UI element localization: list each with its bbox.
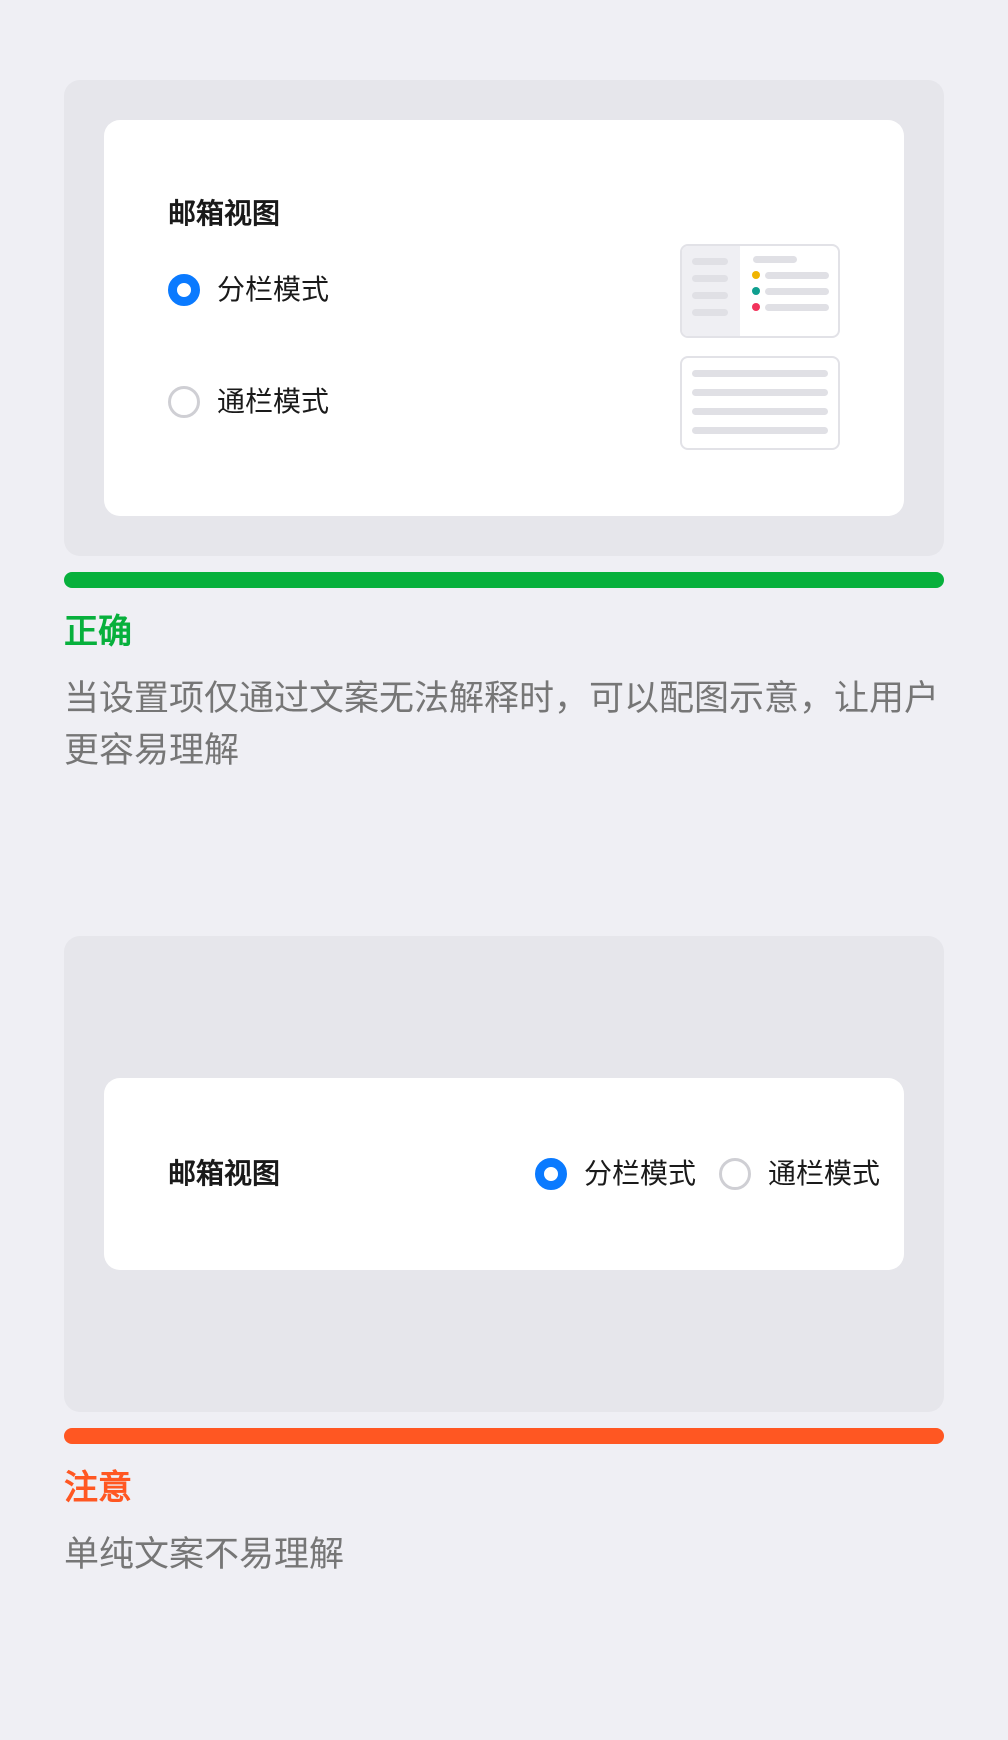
caution-indicator-bar	[64, 1428, 944, 1444]
teal-dot-icon	[752, 287, 760, 295]
caution-label: 注意	[64, 1468, 132, 1508]
full-width-mode-option[interactable]: 通栏模式	[719, 1158, 880, 1190]
full-width-mode-option[interactable]: 通栏模式	[168, 386, 329, 418]
yellow-dot-icon	[752, 271, 760, 279]
correct-label: 正确	[64, 612, 132, 652]
radio-selected-icon[interactable]	[168, 274, 200, 306]
thumbnail-line	[692, 389, 828, 396]
thumbnail-line	[692, 370, 828, 377]
thumbnail-line	[765, 288, 829, 295]
full-width-view-thumbnail	[680, 356, 840, 450]
split-mode-option[interactable]: 分栏模式	[168, 274, 329, 306]
correct-indicator-bar	[64, 572, 944, 588]
split-mode-option[interactable]: 分栏模式	[535, 1158, 696, 1190]
thumbnail-line	[753, 256, 797, 263]
thumbnail-line	[692, 292, 728, 299]
correct-example: 邮箱视图 分栏模式 通栏模式 正确 当设置项仅通过文案无法解释时，可以配图示意，…	[64, 80, 944, 777]
thumbnail-line	[692, 427, 828, 434]
radio-unselected-icon[interactable]	[168, 386, 200, 418]
full-width-mode-label: 通栏模式	[217, 385, 330, 418]
pink-dot-icon	[752, 303, 760, 311]
thumbnail-line	[692, 309, 728, 316]
split-mode-label: 分栏模式	[584, 1157, 697, 1190]
settings-card: 邮箱视图 分栏模式 通栏模式	[104, 1078, 904, 1270]
setting-title: 邮箱视图	[168, 1157, 281, 1190]
correct-description: 当设置项仅通过文案无法解释时，可以配图示意，让用户更容易理解	[64, 678, 940, 771]
caution-example-preview: 邮箱视图 分栏模式 通栏模式	[64, 936, 944, 1412]
split-mode-label: 分栏模式	[217, 273, 330, 306]
full-width-mode-label: 通栏模式	[768, 1157, 881, 1190]
settings-card: 邮箱视图 分栏模式 通栏模式	[104, 120, 904, 516]
correct-example-preview: 邮箱视图 分栏模式 通栏模式	[64, 80, 944, 556]
caution-description: 单纯文案不易理解	[64, 1534, 345, 1575]
thumbnail-line	[692, 408, 828, 415]
setting-title: 邮箱视图	[168, 197, 281, 230]
thumbnail-line	[765, 304, 829, 311]
thumbnail-line	[692, 258, 728, 265]
thumbnail-line	[692, 275, 728, 282]
radio-unselected-icon[interactable]	[719, 1158, 751, 1190]
thumbnail-line	[765, 272, 829, 279]
caution-example: 邮箱视图 分栏模式 通栏模式 注意 单纯文案不易理解	[64, 936, 944, 1581]
radio-selected-icon[interactable]	[535, 1158, 567, 1190]
split-view-thumbnail	[680, 244, 840, 338]
